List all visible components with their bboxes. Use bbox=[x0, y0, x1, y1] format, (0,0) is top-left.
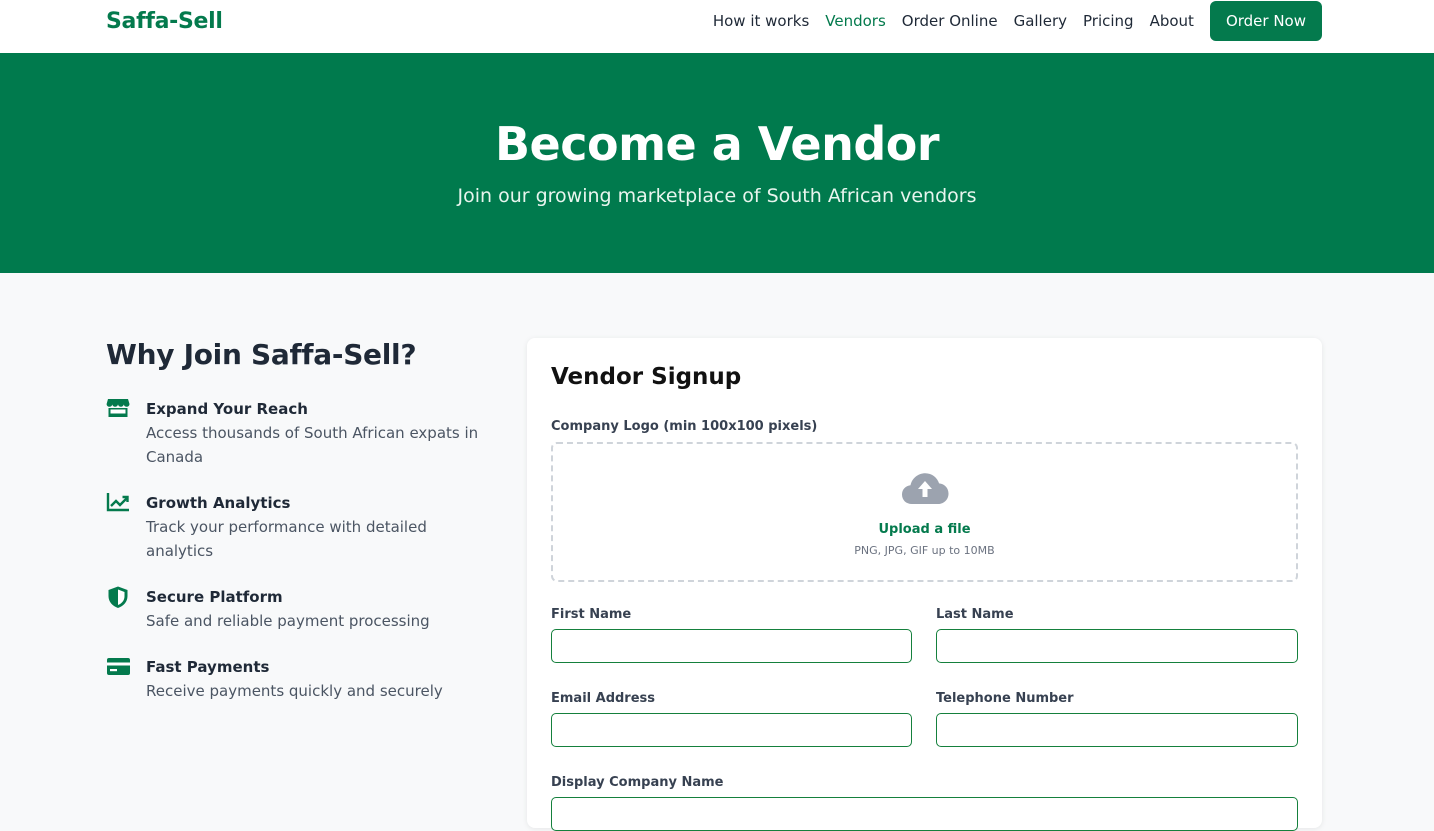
cloud-upload-icon bbox=[901, 470, 949, 510]
shield-icon bbox=[106, 585, 130, 609]
credit-card-icon bbox=[106, 655, 130, 679]
feature-title: Expand Your Reach bbox=[146, 400, 308, 418]
why-join-section: Why Join Saffa-Sell? Expand Your Reach A… bbox=[106, 338, 496, 725]
company-name-label: Display Company Name bbox=[551, 775, 724, 790]
nav-link-vendors[interactable]: Vendors bbox=[825, 12, 886, 30]
last-name-label: Last Name bbox=[936, 607, 1014, 622]
feature-title: Fast Payments bbox=[146, 658, 270, 676]
email-label: Email Address bbox=[551, 691, 656, 706]
nav-link-order-online[interactable]: Order Online bbox=[902, 12, 998, 30]
upload-hint: PNG, JPG, GIF up to 10MB bbox=[854, 544, 995, 557]
feature-item: Secure Platform Safe and reliable paymen… bbox=[106, 585, 496, 633]
hero-title: Become a Vendor bbox=[494, 117, 940, 171]
nav-link-about[interactable]: About bbox=[1150, 12, 1194, 30]
phone-input[interactable] bbox=[936, 713, 1298, 747]
last-name-input[interactable] bbox=[936, 629, 1298, 663]
feature-desc: Safe and reliable payment processing bbox=[146, 612, 430, 630]
hero-subtitle: Join our growing marketplace of South Af… bbox=[457, 185, 977, 207]
nav-link-gallery[interactable]: Gallery bbox=[1014, 12, 1067, 30]
feature-item: Fast Payments Receive payments quickly a… bbox=[106, 655, 496, 703]
upload-file-link[interactable]: Upload a file bbox=[553, 522, 1296, 537]
phone-label: Telephone Number bbox=[936, 691, 1074, 706]
vendor-signup-card: Vendor Signup Company Logo (min 100x100 … bbox=[527, 338, 1322, 831]
feature-desc: Receive payments quickly and securely bbox=[146, 682, 443, 700]
feature-title: Growth Analytics bbox=[146, 494, 291, 512]
company-name-input[interactable] bbox=[551, 797, 1298, 831]
why-join-title: Why Join Saffa-Sell? bbox=[106, 338, 417, 371]
hero-banner: Become a Vendor Join our growing marketp… bbox=[0, 53, 1434, 273]
company-logo-label: Company Logo (min 100x100 pixels) bbox=[551, 419, 818, 434]
first-name-label: First Name bbox=[551, 607, 632, 622]
form-title: Vendor Signup bbox=[551, 364, 742, 390]
feature-title: Secure Platform bbox=[146, 588, 283, 606]
nav-link-pricing[interactable]: Pricing bbox=[1083, 12, 1134, 30]
feature-desc: Access thousands of South African expats… bbox=[146, 424, 479, 466]
logo-dropzone[interactable]: Upload a file PNG, JPG, GIF up to 10MB bbox=[551, 442, 1298, 582]
first-name-input[interactable] bbox=[551, 629, 912, 663]
store-icon bbox=[106, 397, 130, 421]
feature-item: Growth Analytics Track your performance … bbox=[106, 491, 496, 563]
feature-item: Expand Your Reach Access thousands of So… bbox=[106, 397, 496, 469]
chart-line-icon bbox=[106, 491, 130, 515]
email-input[interactable] bbox=[551, 713, 912, 747]
brand-logo[interactable]: Saffa-Sell bbox=[106, 9, 223, 34]
nav-links: How it works Vendors Order Online Galler… bbox=[697, 0, 1322, 42]
feature-desc: Track your performance with detailed ana… bbox=[146, 518, 427, 560]
navbar: Saffa-Sell How it works Vendors Order On… bbox=[0, 0, 1434, 53]
order-now-button[interactable]: Order Now bbox=[1209, 1, 1322, 41]
nav-link-how-it-works[interactable]: How it works bbox=[713, 12, 809, 30]
